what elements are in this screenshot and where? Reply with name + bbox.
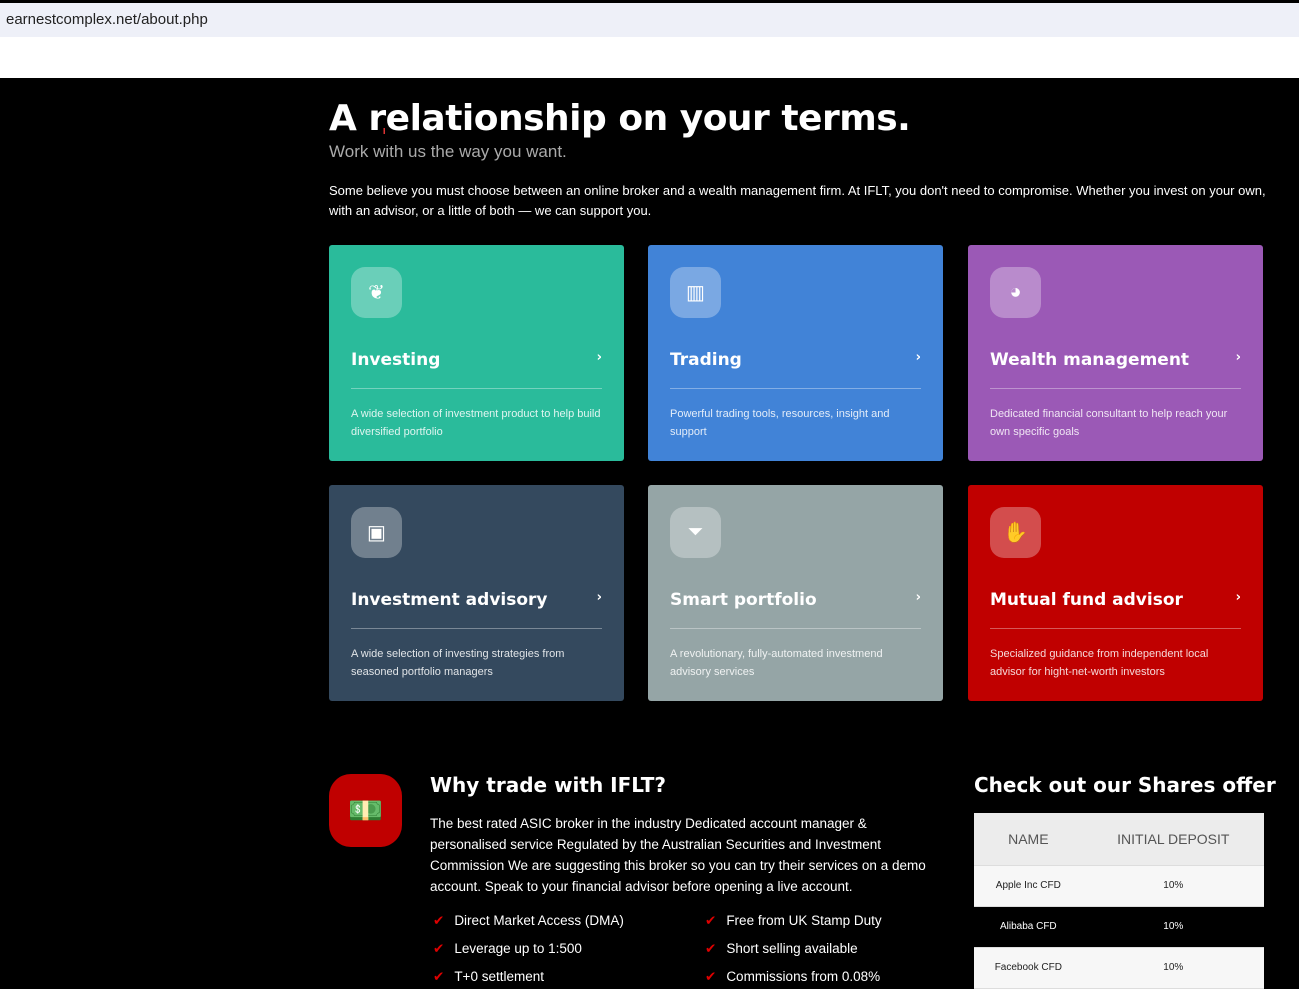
card-investment-advisory[interactable]: ▣ Investment advisory › A wide selection … bbox=[329, 485, 624, 701]
feature-label: T+0 settlement bbox=[454, 969, 544, 984]
card-trading[interactable]: ▥ Trading › Powerful trading tools, resou… bbox=[648, 245, 943, 461]
card-smart-portfolio[interactable]: ⏷ Smart portfolio › A revolutionary, full… bbox=[648, 485, 943, 701]
feature-item: ✔ Free from UK Stamp Duty bbox=[705, 913, 882, 929]
bar-chart-icon: ▥ bbox=[670, 267, 721, 318]
chevron-right-icon: › bbox=[596, 350, 602, 365]
shares-title: Check out our Shares offer bbox=[974, 773, 1276, 797]
card-title: Wealth management bbox=[990, 350, 1190, 370]
card-title: Mutual fund advisor bbox=[990, 590, 1183, 610]
cell-deposit: 10% bbox=[1082, 906, 1264, 948]
funnel-dollar-icon: ⏷ bbox=[670, 507, 721, 558]
card-description: A revolutionary, fully-automated investm… bbox=[670, 648, 883, 678]
feature-item: ✔ Short selling available bbox=[705, 941, 858, 957]
feature-label: Direct Market Access (DMA) bbox=[454, 913, 624, 928]
handshake-icon: ✋ bbox=[990, 507, 1041, 558]
pie-chart-icon: ◕ bbox=[990, 267, 1041, 318]
card-title: Trading bbox=[670, 350, 742, 370]
card-title: Investment advisory bbox=[351, 590, 548, 610]
feature-item: ✔ T+0 settlement bbox=[433, 969, 544, 985]
banknote-icon: 💵 bbox=[329, 774, 402, 847]
card-mutual-fund-advisor[interactable]: ✋ Mutual fund advisor › Specialized guida… bbox=[968, 485, 1263, 701]
chevron-right-icon: › bbox=[596, 590, 602, 605]
feature-label: Short selling available bbox=[726, 941, 858, 956]
check-icon: ✔ bbox=[433, 941, 445, 956]
card-description: A wide selection of investing strategies… bbox=[351, 648, 565, 678]
chevron-right-icon: › bbox=[915, 590, 921, 605]
check-icon: ✔ bbox=[705, 941, 717, 956]
card-description: Dedicated financial consultant to help r… bbox=[990, 408, 1228, 438]
advisor-icon: ▣ bbox=[351, 507, 402, 558]
table-row: Apple Inc CFD 10% bbox=[974, 865, 1264, 907]
feature-label: Leverage up to 1:500 bbox=[454, 941, 582, 956]
feature-item: ✔ Direct Market Access (DMA) bbox=[433, 913, 624, 929]
feature-item: ✔ Leverage up to 1:500 bbox=[433, 941, 582, 957]
why-text: The best rated ASIC broker in the indust… bbox=[430, 816, 926, 894]
feature-label: Free from UK Stamp Duty bbox=[726, 913, 882, 928]
chevron-right-icon: › bbox=[1235, 350, 1241, 365]
feature-item: ✔ Commissions from 0.08% bbox=[705, 969, 880, 985]
why-title: Why trade with IFLT? bbox=[430, 773, 666, 797]
shares-table: NAME INITIAL DEPOSIT Apple Inc CFD 10% Ali… bbox=[974, 813, 1264, 989]
intro-text: Some believe you must choose between an … bbox=[329, 183, 1266, 218]
card-investing[interactable]: ❦ Investing › A wide selection of investm… bbox=[329, 245, 624, 461]
check-icon: ✔ bbox=[433, 913, 445, 928]
col-header-deposit: INITIAL DEPOSIT bbox=[1082, 813, 1264, 866]
page-title: A relationship on your terms. bbox=[329, 98, 911, 139]
header-strip bbox=[0, 37, 1299, 78]
table-row: Alibaba CFD 10% bbox=[974, 906, 1264, 948]
cell-name: Apple Inc CFD bbox=[974, 865, 1083, 907]
check-icon: ✔ bbox=[705, 969, 717, 984]
cell-deposit: 10% bbox=[1082, 865, 1264, 907]
table-row: Facebook CFD 10% bbox=[974, 947, 1264, 989]
page-subtitle: Work with us the way you want. bbox=[329, 142, 567, 161]
cell-name: Facebook CFD bbox=[974, 947, 1083, 989]
card-wealth-management[interactable]: ◕ Wealth management › Dedicated financial… bbox=[968, 245, 1263, 461]
feature-label: Commissions from 0.08% bbox=[726, 969, 881, 984]
chevron-right-icon: › bbox=[915, 350, 921, 365]
check-icon: ✔ bbox=[705, 913, 717, 928]
check-icon: ✔ bbox=[433, 969, 445, 984]
chevron-right-icon: › bbox=[1235, 590, 1241, 605]
card-title: Smart portfolio bbox=[670, 590, 817, 610]
cell-deposit: 10% bbox=[1082, 947, 1264, 989]
card-description: Specialized guidance from independent lo… bbox=[990, 648, 1209, 678]
address-bar[interactable]: earnestcomplex.net/about.php bbox=[0, 3, 1299, 37]
col-header-name: NAME bbox=[974, 813, 1083, 866]
card-description: Powerful trading tools, resources, insig… bbox=[670, 408, 890, 438]
card-title: Investing bbox=[351, 350, 441, 370]
sprout-icon: ❦ bbox=[351, 267, 402, 318]
card-description: A wide selection of investment product t… bbox=[351, 408, 601, 438]
url-text: earnestcomplex.net/about.php bbox=[6, 11, 208, 28]
cell-name: Alibaba CFD bbox=[974, 906, 1083, 948]
